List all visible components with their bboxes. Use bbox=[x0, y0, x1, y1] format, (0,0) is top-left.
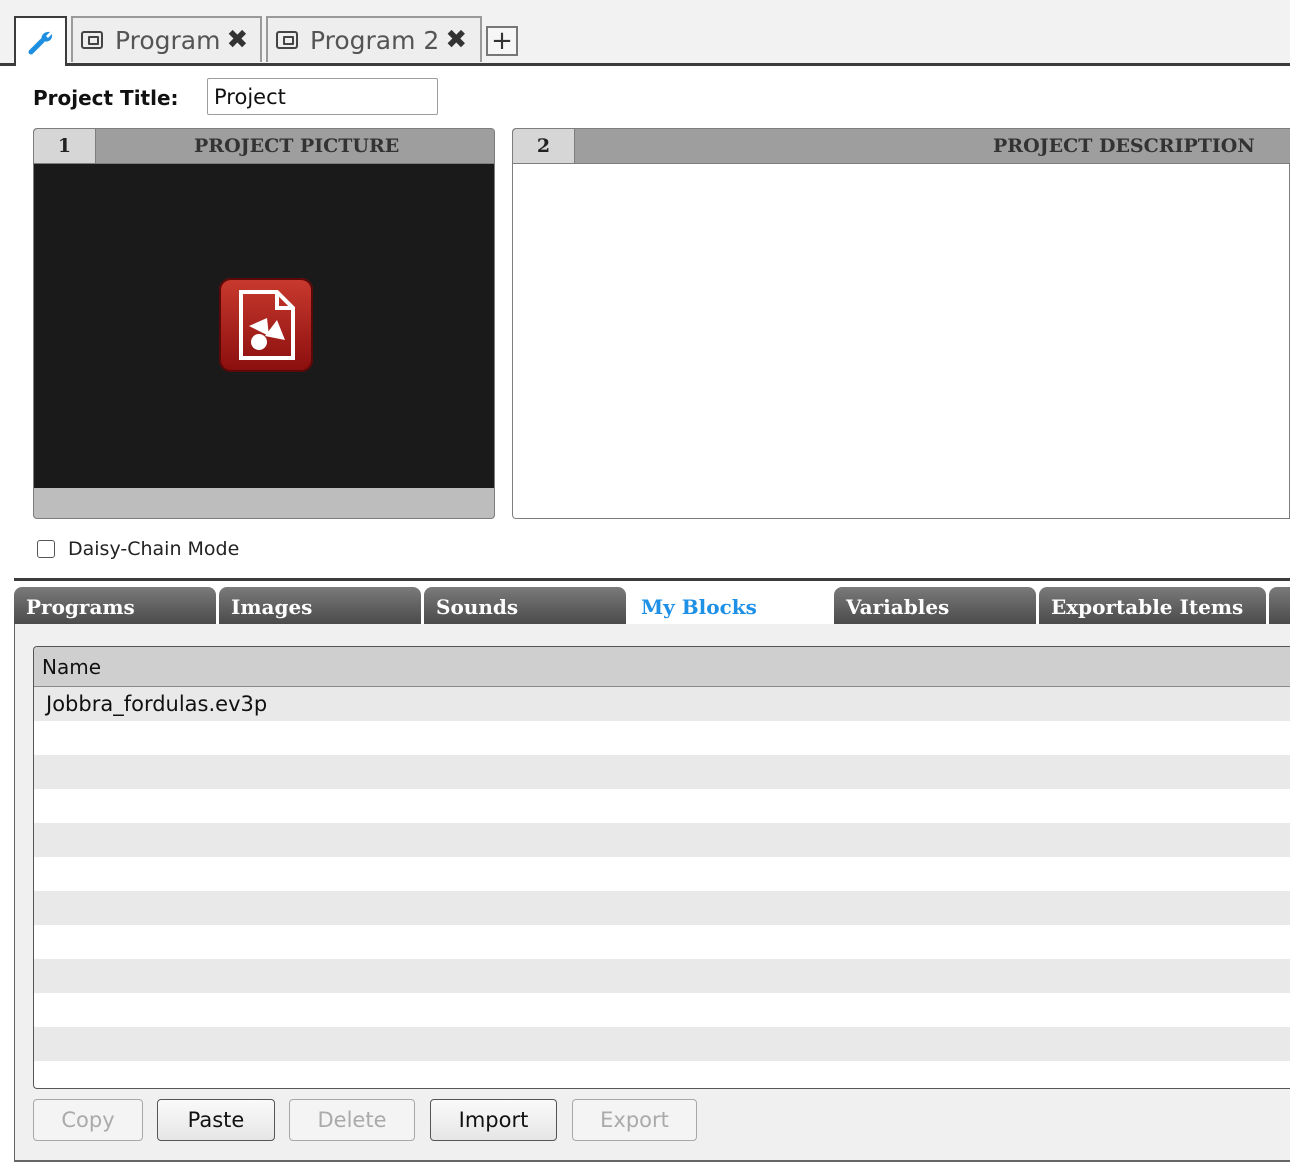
list-row-empty bbox=[34, 1061, 1290, 1088]
close-icon[interactable]: ✖ bbox=[445, 25, 467, 55]
program-icon bbox=[276, 31, 298, 49]
import-button[interactable]: Import bbox=[430, 1099, 557, 1141]
tab-program-2[interactable]: Program 2 ✖ bbox=[266, 16, 482, 62]
list-row-empty bbox=[34, 925, 1290, 959]
project-title-input[interactable] bbox=[207, 78, 438, 115]
tab-variables[interactable]: Variables bbox=[834, 587, 1036, 627]
tab-sounds[interactable]: Sounds bbox=[424, 587, 626, 627]
project-description-header: 2 PROJECT DESCRIPTION bbox=[512, 128, 1290, 164]
list-row-empty bbox=[34, 959, 1290, 993]
tab-programs[interactable]: Programs bbox=[14, 587, 216, 627]
list-row-empty bbox=[34, 789, 1290, 823]
list-row-empty bbox=[34, 891, 1290, 925]
image-file-icon[interactable] bbox=[219, 278, 313, 372]
program-icon bbox=[81, 31, 103, 49]
close-icon[interactable]: ✖ bbox=[226, 25, 248, 55]
panel-number: 1 bbox=[34, 129, 96, 163]
project-title-label: Project Title: bbox=[33, 86, 179, 110]
content-tab-strip: Programs Images Sounds My Blocks Variabl… bbox=[14, 578, 1290, 627]
tab-images[interactable]: Images bbox=[219, 587, 421, 627]
copy-button[interactable]: Copy bbox=[33, 1099, 143, 1141]
add-tab-button[interactable]: + bbox=[486, 26, 518, 56]
tab-project-properties[interactable] bbox=[14, 16, 67, 66]
tab-program-label: Program bbox=[115, 25, 221, 55]
paste-button[interactable]: Paste bbox=[157, 1099, 275, 1141]
daisy-chain-label: Daisy-Chain Mode bbox=[68, 538, 240, 560]
list-row-empty bbox=[34, 993, 1290, 1027]
panel-title: PROJECT DESCRIPTION bbox=[993, 135, 1255, 157]
project-picture-area[interactable] bbox=[33, 164, 495, 490]
panel-number: 2 bbox=[513, 129, 575, 163]
project-picture-header: 1 PROJECT PICTURE bbox=[33, 128, 495, 164]
list-row-empty bbox=[34, 857, 1290, 891]
tab-program-2-label: Program 2 bbox=[310, 25, 440, 55]
list-row-empty bbox=[34, 755, 1290, 789]
daisy-chain-checkbox[interactable] bbox=[37, 540, 55, 558]
panel-title: PROJECT PICTURE bbox=[194, 135, 400, 157]
column-header-name[interactable]: Name bbox=[34, 647, 1290, 687]
list-row-empty bbox=[34, 721, 1290, 755]
list-item[interactable]: Jobbra_fordulas.ev3p bbox=[34, 687, 1290, 721]
wrench-icon bbox=[28, 31, 52, 55]
project-description-textarea[interactable] bbox=[512, 164, 1290, 519]
export-button[interactable]: Export bbox=[572, 1099, 697, 1141]
tab-program[interactable]: Program ✖ bbox=[71, 16, 262, 62]
tab-my-blocks[interactable]: My Blocks bbox=[629, 587, 831, 627]
document-tab-bar: Program ✖ Program 2 ✖ + bbox=[0, 0, 1290, 66]
my-blocks-list[interactable]: Name Jobbra_fordulas.ev3p bbox=[33, 646, 1290, 1089]
tab-overflow[interactable] bbox=[1269, 587, 1290, 627]
tab-exportable-items[interactable]: Exportable Items bbox=[1039, 587, 1266, 627]
delete-button[interactable]: Delete bbox=[289, 1099, 415, 1141]
list-row-empty bbox=[34, 1027, 1290, 1061]
list-row-empty bbox=[34, 823, 1290, 857]
project-picture-footer bbox=[33, 488, 495, 519]
